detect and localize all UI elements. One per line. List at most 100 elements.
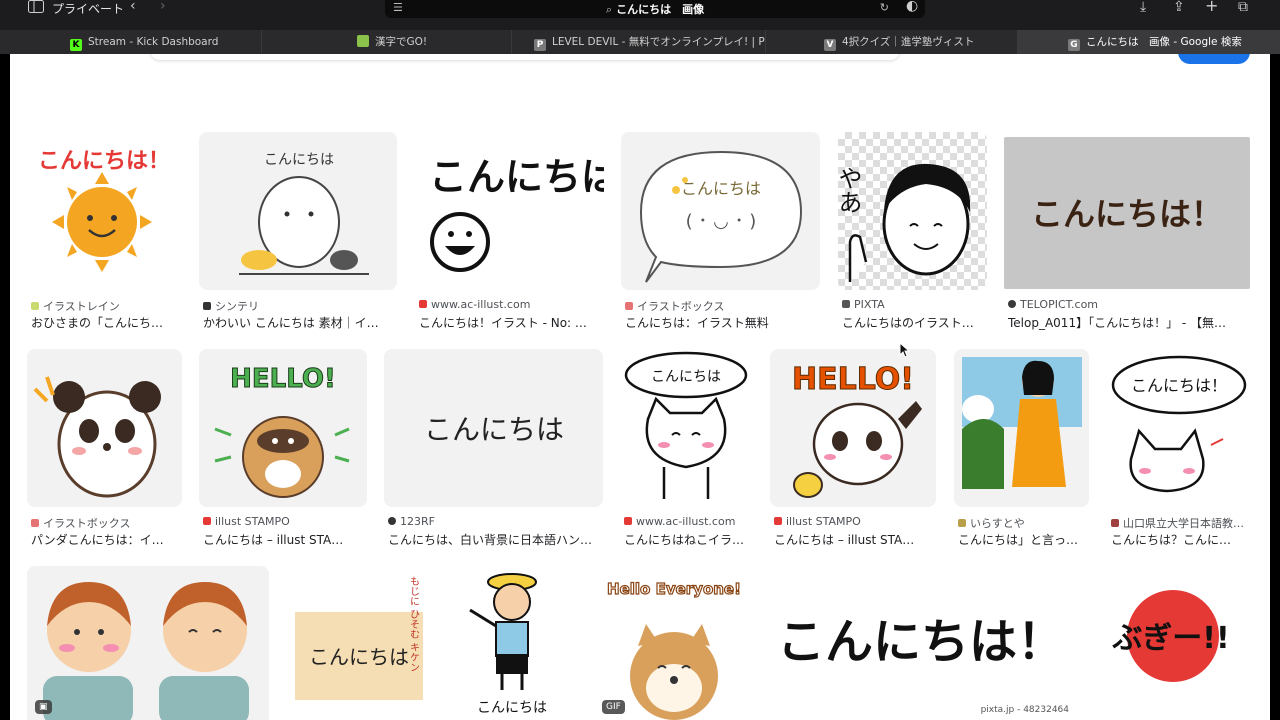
source-name: イラストレイン xyxy=(43,300,120,313)
search-icon: ⌕ xyxy=(605,3,613,16)
tab-title: 漢字でGO! xyxy=(375,36,428,48)
source-name: www.ac-illust.com xyxy=(431,298,531,311)
source-icon xyxy=(1008,300,1016,308)
result-thumbnail[interactable]: HELLO! xyxy=(199,349,367,507)
source-icon xyxy=(31,302,39,310)
result-source[interactable]: illust STAMPO xyxy=(203,515,368,528)
source-name: イラストボックス xyxy=(637,300,725,313)
thumb-text: こんにちは xyxy=(477,700,547,716)
result-thumbnail[interactable]: こんにちは!! xyxy=(415,132,604,290)
tab-poki[interactable]: P LEVEL DEVIL - 無料でオンラインプレイ! | Poki (… xyxy=(512,30,766,54)
address-query: こんにちは 画像 xyxy=(616,3,705,16)
result-thumbnail[interactable]: こんにちは xyxy=(620,349,753,507)
page-content: こんにちは！ イラストレイン おひさまの「こんにち… こんにちは シンテリ かわ… xyxy=(10,54,1270,720)
tab-overview-icon[interactable]: ⧉ xyxy=(1238,0,1248,14)
result-caption[interactable]: おひさまの「こんにち… xyxy=(31,314,181,331)
result-caption[interactable]: Telop_A011】「こんにちは！」 - 【無… xyxy=(1008,314,1248,331)
thumb-text: こんにちは xyxy=(651,369,721,385)
kanji-favicon xyxy=(357,35,369,47)
result-caption[interactable]: こんにちはねこイラ… xyxy=(624,531,754,548)
result-thumbnail[interactable]: こんにちは xyxy=(384,349,603,507)
thumb-text: HELLO! xyxy=(230,364,336,394)
result-caption[interactable]: こんにちは？こんに… xyxy=(1111,531,1251,548)
result-thumbnail[interactable]: ▣ xyxy=(27,566,269,720)
result-thumbnail[interactable]: HELLO! xyxy=(770,349,936,507)
thumb-text: Hello Everyone! xyxy=(607,580,741,598)
download-icon[interactable]: ⤓ xyxy=(1140,0,1146,14)
new-tab-icon[interactable]: + xyxy=(1205,0,1218,14)
result-thumbnail[interactable] xyxy=(27,349,182,507)
result-thumbnail[interactable]: こんにちは xyxy=(199,132,397,290)
share-icon[interactable]: ⇪ xyxy=(1173,0,1185,14)
result-source[interactable]: www.ac-illust.com xyxy=(419,298,604,311)
result-thumbnail[interactable]: こんにちは！ pixta.jp - 48232464 xyxy=(771,566,1074,720)
source-name: シンテリ xyxy=(215,300,259,313)
thumb-watermark: pixta.jp - 48232464 xyxy=(981,705,1070,715)
address-bar[interactable]: ☰ ⌕ こんにちは 画像 ↻ xyxy=(385,0,925,18)
source-icon xyxy=(388,517,396,525)
image-badge-icon: ▣ xyxy=(35,700,52,714)
result-thumbnail[interactable]: こんにちは！ xyxy=(27,132,182,290)
result-caption[interactable]: こんにちは – illust STA… xyxy=(774,531,934,548)
result-source[interactable]: イラストボックス xyxy=(625,298,820,314)
result-source[interactable]: イラストレイン xyxy=(31,298,181,314)
result-source[interactable]: 123RF xyxy=(388,515,603,528)
result-caption[interactable]: こんにちは – illust STA… xyxy=(203,531,368,548)
result-source[interactable]: シンテリ xyxy=(203,298,393,314)
source-name: イラストボックス xyxy=(43,517,131,530)
result-thumbnail[interactable]: Hello Everyone! GIF xyxy=(594,566,754,720)
result-thumbnail[interactable]: こんにちは！ xyxy=(1004,137,1250,289)
sidebar-icon[interactable] xyxy=(28,0,44,16)
source-icon xyxy=(1111,519,1119,527)
result-source[interactable]: 山口県立大学日本語教… xyxy=(1111,515,1251,531)
result-source[interactable]: TELOPICT.com xyxy=(1008,298,1248,311)
thumb-text: こんにちは！ xyxy=(1031,195,1223,233)
tab-google[interactable]: G こんにちは 画像 - Google 検索 xyxy=(1018,30,1280,54)
tab-title: LEVEL DEVIL - 無料でオンラインプレイ! | Poki (… xyxy=(552,36,765,48)
result-source[interactable]: illust STAMPO xyxy=(774,515,934,528)
thumb-text: ぶぎー!! xyxy=(1111,621,1229,656)
result-source[interactable]: PIXTA xyxy=(842,298,987,311)
result-caption[interactable]: こんにちはのイラスト… xyxy=(842,314,987,331)
reload-icon[interactable]: ↻ xyxy=(880,1,889,14)
result-source[interactable]: www.ac-illust.com xyxy=(624,515,754,528)
thumb-text: こんにちは xyxy=(264,152,334,168)
result-thumbnail[interactable]: こんにちは xyxy=(450,566,577,720)
result-source[interactable]: いらすとや xyxy=(958,515,1088,531)
result-caption[interactable]: こんにちは」と言っ… xyxy=(958,531,1088,548)
source-icon xyxy=(419,300,427,308)
thumb-text: HELLO! xyxy=(792,362,914,397)
source-icon xyxy=(958,519,966,527)
result-caption[interactable]: こんにちは！イラスト - No: … xyxy=(419,314,604,331)
shield-icon[interactable]: ◐ xyxy=(906,0,918,13)
source-name: いらすとや xyxy=(970,517,1025,530)
result-caption[interactable]: かわいい こんにちは 素材｜イ… xyxy=(203,314,393,331)
source-icon xyxy=(774,517,782,525)
thumb-text: こんにちは xyxy=(309,645,409,669)
result-thumbnail[interactable] xyxy=(954,349,1089,507)
thumb-text: やあ xyxy=(838,166,862,214)
tab-kanji[interactable]: 漢字でGO! xyxy=(262,30,512,54)
result-caption[interactable]: こんにちは：イラスト無料 xyxy=(625,314,820,331)
thumb-text: こんにちは！ xyxy=(1131,376,1227,395)
account-button[interactable] xyxy=(1178,54,1250,64)
result-thumbnail[interactable]: やあ xyxy=(838,132,987,290)
thumb-text: こんにちは!! xyxy=(429,155,604,199)
tab-bar: K Stream - Kick Dashboard 漢字でGO! P LEVEL D… xyxy=(0,30,1280,54)
result-thumbnail[interactable]: こんにちは！ xyxy=(1107,349,1250,507)
result-thumbnail[interactable]: こんにちは もじに ひそむ キケン xyxy=(287,566,433,720)
kick-favicon: K xyxy=(70,39,82,51)
result-source[interactable]: イラストボックス xyxy=(31,515,181,531)
search-box[interactable] xyxy=(150,54,900,60)
forward-icon[interactable]: › xyxy=(160,0,166,13)
source-name: PIXTA xyxy=(854,298,885,311)
tab-vist[interactable]: V 4択クイズ｜進学塾ヴィスト xyxy=(766,30,1018,54)
source-icon xyxy=(624,517,632,525)
result-thumbnail[interactable]: ぶぎー!! xyxy=(1091,566,1250,720)
thumb-text: こんにちは xyxy=(681,179,761,198)
result-thumbnail[interactable]: こんにちは ( ･ ◡ ･ ) xyxy=(621,132,820,290)
tab-kick[interactable]: K Stream - Kick Dashboard xyxy=(62,30,262,54)
result-caption[interactable]: パンダこんにちは：イ… xyxy=(31,531,181,548)
result-caption[interactable]: こんにちは、白い背景に日本語ハン… xyxy=(388,531,603,548)
back-icon[interactable]: ‹ xyxy=(130,0,136,13)
